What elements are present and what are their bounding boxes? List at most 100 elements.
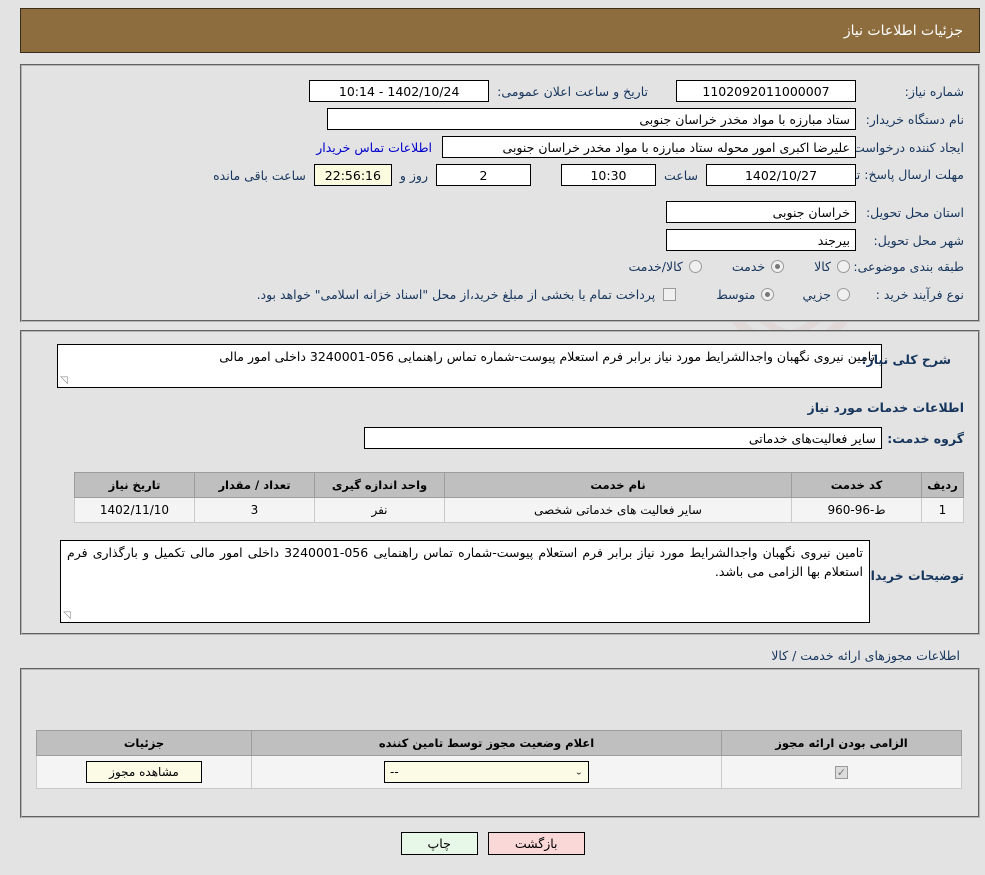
radio-process-motavaset[interactable]: متوسط: [716, 287, 775, 302]
remaining-suffix: ساعت باقی مانده: [213, 167, 306, 183]
radio-category-khedmat[interactable]: خدمت: [731, 259, 785, 274]
process-row: نوع فرآیند خرید : جزیي متوسط پرداخت تمام…: [257, 287, 964, 302]
cell-code: ط-96-960: [791, 497, 922, 523]
deadline-date: 1402/10/27: [706, 164, 856, 186]
services-section-title: اطلاعات خدمات مورد نیاز: [807, 400, 965, 415]
requester-label: ایجاد کننده درخواست:: [848, 139, 964, 155]
table-header-row: ردیف کد خدمت نام خدمت واحد اندازه گیری ت…: [74, 472, 964, 498]
buyer-contact-link[interactable]: اطلاعات تماس خریدار: [316, 140, 432, 155]
radio-indicator[interactable]: [837, 288, 850, 301]
service-group-value: سایر فعالیت‌های خدماتی: [364, 427, 882, 449]
days-remaining: 2: [435, 164, 531, 186]
buyer-org-label: نام دستگاه خریدار:: [865, 111, 964, 127]
cell-name: سایر فعالیت های خدماتی شخصی: [444, 497, 792, 523]
col-name: نام خدمت: [444, 472, 792, 498]
radio-category-kala-khedmat[interactable]: کالا/خدمت: [628, 259, 702, 274]
cell-license-details: مشاهده مجوز: [36, 755, 252, 789]
buyer-notes-row: توضیحات خریدار: تامین نیروی نگهبان واجدا…: [60, 540, 964, 623]
process-label: نوع فرآیند خرید :: [875, 287, 964, 302]
footer-buttons: بازگشت چاپ: [0, 832, 985, 855]
radio-process-jozi[interactable]: جزیي: [802, 287, 850, 302]
radio-label: کالا/خدمت: [628, 259, 683, 274]
resize-grip-icon[interactable]: ◸: [63, 610, 73, 621]
service-group-label: گروه خدمت:: [887, 430, 964, 446]
category-label: طبقه بندی موضوعی:: [853, 259, 964, 274]
days-word: روز و: [399, 167, 428, 183]
cell-unit: نفر: [314, 497, 445, 523]
table-row: 1 ط-96-960 سایر فعالیت های خدماتی شخصی ن…: [74, 497, 964, 523]
deadline-label: مهلت ارسال پاسخ: تا تاریخ:: [819, 166, 964, 182]
radio-label: خدمت: [731, 259, 766, 274]
table-row: ✓ ⌄ -- مشاهده مجوز: [36, 755, 962, 789]
col-need-date: تاریخ نیاز: [74, 472, 195, 498]
license-required-checkbox: ✓: [835, 766, 848, 779]
announce-datetime-row: تاریخ و ساعت اعلان عمومی: 1402/10/24 - 1…: [309, 80, 648, 102]
buyer-notes-textarea[interactable]: تامین نیروی نگهبان واجدالشرایط مورد نیاز…: [60, 540, 870, 623]
need-summary-panel: شماره نیاز: 1102092011000007 تاریخ و ساع…: [20, 64, 980, 322]
cell-quantity: 3: [194, 497, 315, 523]
col-unit: واحد اندازه گیری: [314, 472, 445, 498]
treasury-note: پرداخت تمام یا بخشی از مبلغ خرید،از محل …: [256, 287, 656, 302]
col-radif: ردیف: [921, 472, 964, 498]
radio-category-kala[interactable]: کالا: [814, 259, 850, 274]
requester-row: ایجاد کننده درخواست: علیرضا اکبری امور م…: [316, 136, 964, 158]
province-row: استان محل تحویل: خراسان جنوبی: [666, 201, 964, 223]
city-label: شهر محل تحویل:: [873, 232, 964, 248]
province-value: خراسان جنوبی: [666, 201, 856, 223]
license-status-select[interactable]: ⌄ --: [384, 761, 589, 783]
resize-grip-icon[interactable]: ◸: [60, 375, 70, 386]
print-button[interactable]: چاپ: [400, 832, 478, 855]
services-table-wrap: ردیف کد خدمت نام خدمت واحد اندازه گیری ت…: [74, 472, 964, 523]
radio-label: متوسط: [716, 287, 756, 302]
col-quantity: تعداد / مقدار: [194, 472, 315, 498]
deadline-hour-label: ساعت: [663, 167, 698, 183]
cell-radif: 1: [921, 497, 964, 523]
licenses-section-caption: اطلاعات مجوزهای ارائه خدمت / کالا: [771, 648, 960, 663]
buyer-org-row: نام دستگاه خریدار: ستاد مبارزه با مواد م…: [327, 108, 964, 130]
city-row: شهر محل تحویل: بیرجند: [666, 229, 964, 251]
page-title: جزئیات اطلاعات نیاز: [843, 22, 963, 39]
col-code: کد خدمت: [791, 472, 922, 498]
licenses-table-wrap: الزامی بودن ارائه مجوز اعلام وضعیت مجوز …: [36, 730, 962, 789]
table-header-row: الزامی بودن ارائه مجوز اعلام وضعیت مجوز …: [36, 730, 962, 756]
cell-license-status: ⌄ --: [251, 755, 722, 789]
service-group-row: گروه خدمت: سایر فعالیت‌های خدماتی: [364, 427, 964, 449]
cell-need-date: 1402/11/10: [74, 497, 195, 523]
col-license-status: اعلام وضعیت مجوز توسط تامین کننده: [251, 730, 722, 756]
radio-indicator[interactable]: [761, 288, 775, 301]
summary-textarea[interactable]: تامین نیروی نگهبان واجدالشرایط مورد نیاز…: [57, 344, 882, 388]
col-license-required: الزامی بودن ارائه مجوز: [721, 730, 962, 756]
cell-license-required: ✓: [721, 755, 962, 789]
radio-indicator[interactable]: [837, 260, 850, 273]
requester-value: علیرضا اکبری امور محوله ستاد مبارزه با م…: [442, 136, 856, 158]
back-button[interactable]: بازگشت: [487, 832, 585, 855]
col-license-details: جزئیات: [36, 730, 252, 756]
city-value: بیرجند: [666, 229, 856, 251]
need-number-label: شماره نیاز:: [904, 83, 964, 99]
radio-indicator[interactable]: [688, 260, 702, 273]
treasury-checkbox[interactable]: [663, 288, 677, 301]
need-number-value: 1102092011000007: [676, 80, 856, 102]
page-header: جزئیات اطلاعات نیاز: [20, 8, 980, 53]
licenses-panel: الزامی بودن ارائه مجوز اعلام وضعیت مجوز …: [20, 668, 980, 818]
deadline-hour: 10:30: [560, 164, 656, 186]
radio-label: کالا: [814, 259, 831, 274]
chevron-down-icon: ⌄: [574, 767, 583, 777]
province-label: استان محل تحویل:: [865, 204, 964, 220]
summary-label: شرح کلی نیاز:: [861, 352, 951, 367]
category-row: طبقه بندی موضوعی: کالا خدمت کالا/خدمت: [628, 259, 964, 274]
announce-label: تاریخ و ساعت اعلان عمومی:: [497, 83, 648, 99]
announce-value: 1402/10/24 - 10:14: [309, 80, 490, 102]
summary-row: تامین نیروی نگهبان واجدالشرایط مورد نیاز…: [57, 344, 964, 388]
deadline-row: مهلت ارسال پاسخ: تا تاریخ: 1402/10/27 سا…: [213, 164, 964, 186]
license-status-value: --: [390, 765, 399, 779]
buyer-org-value: ستاد مبارزه با مواد مخدر خراسان جنوبی: [327, 108, 856, 130]
need-number-row: شماره نیاز: 1102092011000007: [676, 80, 964, 102]
summary-label: [888, 344, 964, 348]
summary-text: تامین نیروی نگهبان واجدالشرایط مورد نیاز…: [219, 349, 875, 364]
time-remaining: 22:56:16: [313, 164, 392, 186]
view-license-button[interactable]: مشاهده مجوز: [86, 761, 202, 783]
radio-indicator[interactable]: [771, 260, 785, 273]
radio-label: جزیي: [802, 287, 831, 302]
buyer-notes-label: توضیحات خریدار:: [858, 568, 964, 583]
